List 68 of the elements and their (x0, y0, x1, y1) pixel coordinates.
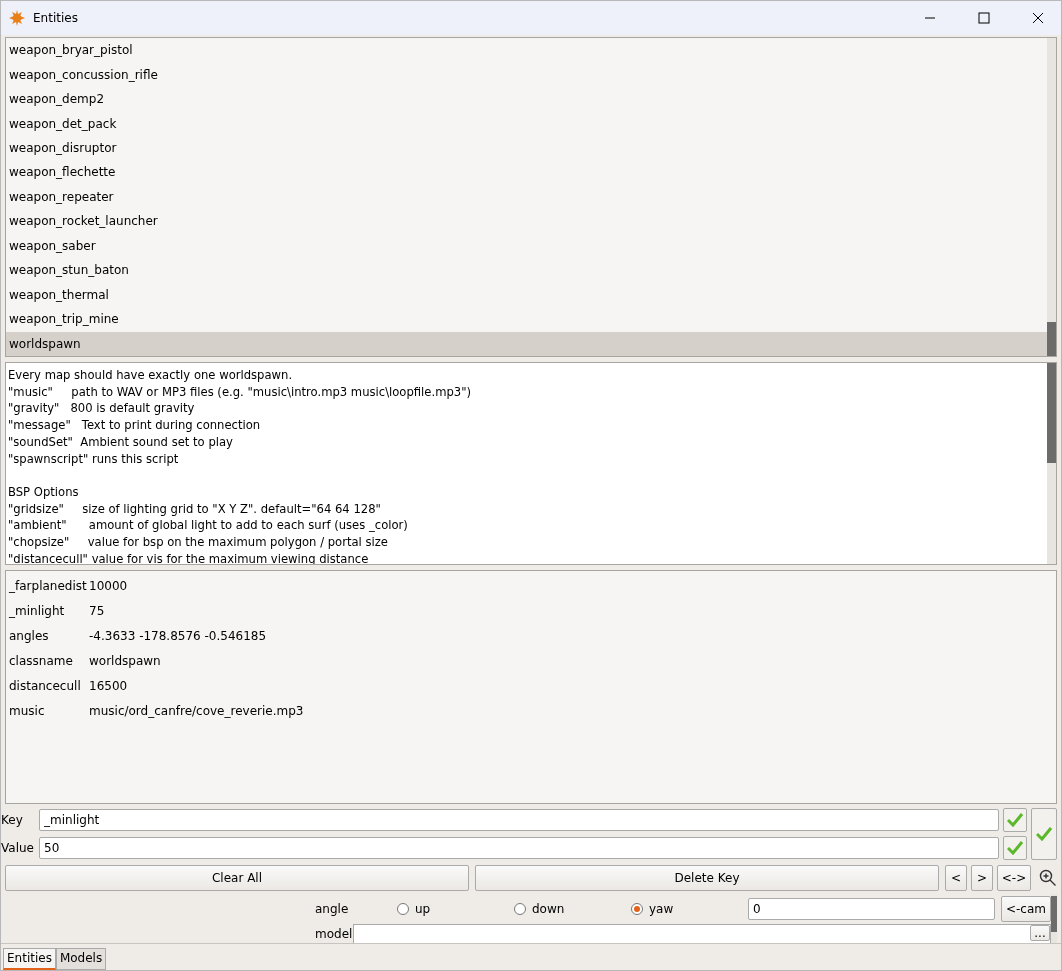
property-value: worldspawn (89, 653, 161, 668)
zoom-icon[interactable] (1039, 869, 1057, 887)
entity-list-item[interactable]: weapon_repeater (6, 184, 1047, 210)
entity-list-item[interactable]: weapon_trip_mine (6, 307, 1047, 332)
angle-radio[interactable]: up (397, 902, 510, 916)
tab[interactable]: Entities (3, 948, 56, 970)
description-line: "gravity" 800 is default gravity (8, 400, 196, 418)
apply-value-button[interactable] (1003, 836, 1027, 860)
delete-key-button[interactable]: Delete Key (475, 865, 939, 891)
entity-list-item[interactable]: weapon_det_pack (6, 111, 1047, 136)
property-value: music/ord_canfre/cove_reverie.mp3 (89, 703, 304, 718)
angle-field[interactable]: 0 (748, 898, 995, 920)
entity-list-item[interactable]: worldspawn (6, 331, 1047, 356)
tab[interactable]: Models (55, 948, 107, 970)
property-value: 10000 (89, 578, 128, 593)
clear-all-button[interactable]: Clear All (5, 865, 469, 891)
entity-list-item[interactable]: weapon_demp2 (6, 86, 1047, 112)
checkmark-icon (1036, 827, 1052, 841)
entity-list-item[interactable]: weapon_concussion_rifle (6, 62, 1047, 87)
angle-radio[interactable]: yaw (631, 902, 744, 916)
scrollbar[interactable] (1047, 363, 1056, 564)
entity-list-item[interactable]: weapon_stun_baton (6, 258, 1047, 283)
entity-list-item[interactable]: weapon_bryar_pistol (6, 38, 1047, 63)
description-line: "ambient" amount of global light to add to each surf (uses _color) (8, 517, 409, 534)
description-line: "gridsize" size of lighting grid to "X Y Z". default="64 64 128" (8, 500, 382, 518)
property-value: 16500 (89, 678, 128, 693)
entity-list-item[interactable]: weapon_disruptor (6, 135, 1047, 161)
camera-angle-button[interactable]: <-cam (1001, 896, 1051, 922)
entity-list-item[interactable]: weapon_saber (6, 233, 1047, 259)
browse-button[interactable]: ... (1030, 925, 1050, 941)
scrollbar[interactable] (1051, 894, 1057, 943)
property-key: classname (9, 653, 89, 668)
checkmark-icon (1007, 841, 1023, 855)
angle-label: angle (315, 902, 350, 916)
description-line: "spawnscript" runs this script (8, 450, 180, 468)
app-icon (9, 10, 25, 26)
maximize-icon (978, 12, 990, 24)
entity-list-item[interactable]: weapon_thermal (6, 282, 1047, 308)
description-line: "message" Text to print during connection (8, 417, 262, 434)
previous-button[interactable]: < (945, 865, 967, 891)
key-field[interactable]: _minlight (39, 809, 999, 831)
entity-list-item[interactable]: weapon_flechette (6, 160, 1047, 185)
entity-list-item[interactable]: weapon_rocket_launcher (6, 209, 1047, 234)
property-key: angles (9, 628, 89, 643)
angle-radio[interactable]: down (514, 902, 627, 916)
description-line: "music" path to WAV or MP3 files (e.g. "music\intro.mp3 music\loopfile.mp3") (8, 383, 473, 401)
apply-all-button[interactable] (1031, 808, 1057, 860)
property-value: -4.3633 -178.8576 -0.546185 (89, 628, 267, 643)
value-label: Value (1, 841, 35, 855)
key-label: Key (1, 813, 24, 827)
checkmark-icon (1007, 813, 1023, 827)
description-line: "soundSet" Ambient sound set to play (8, 433, 234, 451)
value-field[interactable]: 50 (39, 837, 999, 859)
property-key: music (9, 703, 89, 718)
description-line: "chopsize" value for bsp on the maximum polygon / portal size (8, 534, 389, 551)
property-key: distancecull (9, 678, 89, 693)
description-line: BSP Options (8, 483, 80, 501)
description-line: Every map should have exactly one worldspawn. (8, 367, 294, 384)
apply-key-button[interactable] (1003, 808, 1027, 832)
property-key: _minlight (9, 603, 89, 618)
scrollbar[interactable] (1047, 38, 1056, 356)
next-button[interactable]: > (971, 865, 993, 891)
close-icon (1032, 12, 1044, 24)
property-value: 75 (89, 603, 105, 618)
model-field[interactable]: ... (353, 924, 1051, 943)
property-key: _farplanedist (9, 578, 89, 593)
window-title: Entities (33, 11, 79, 25)
swap-button[interactable]: <-> (997, 865, 1031, 891)
